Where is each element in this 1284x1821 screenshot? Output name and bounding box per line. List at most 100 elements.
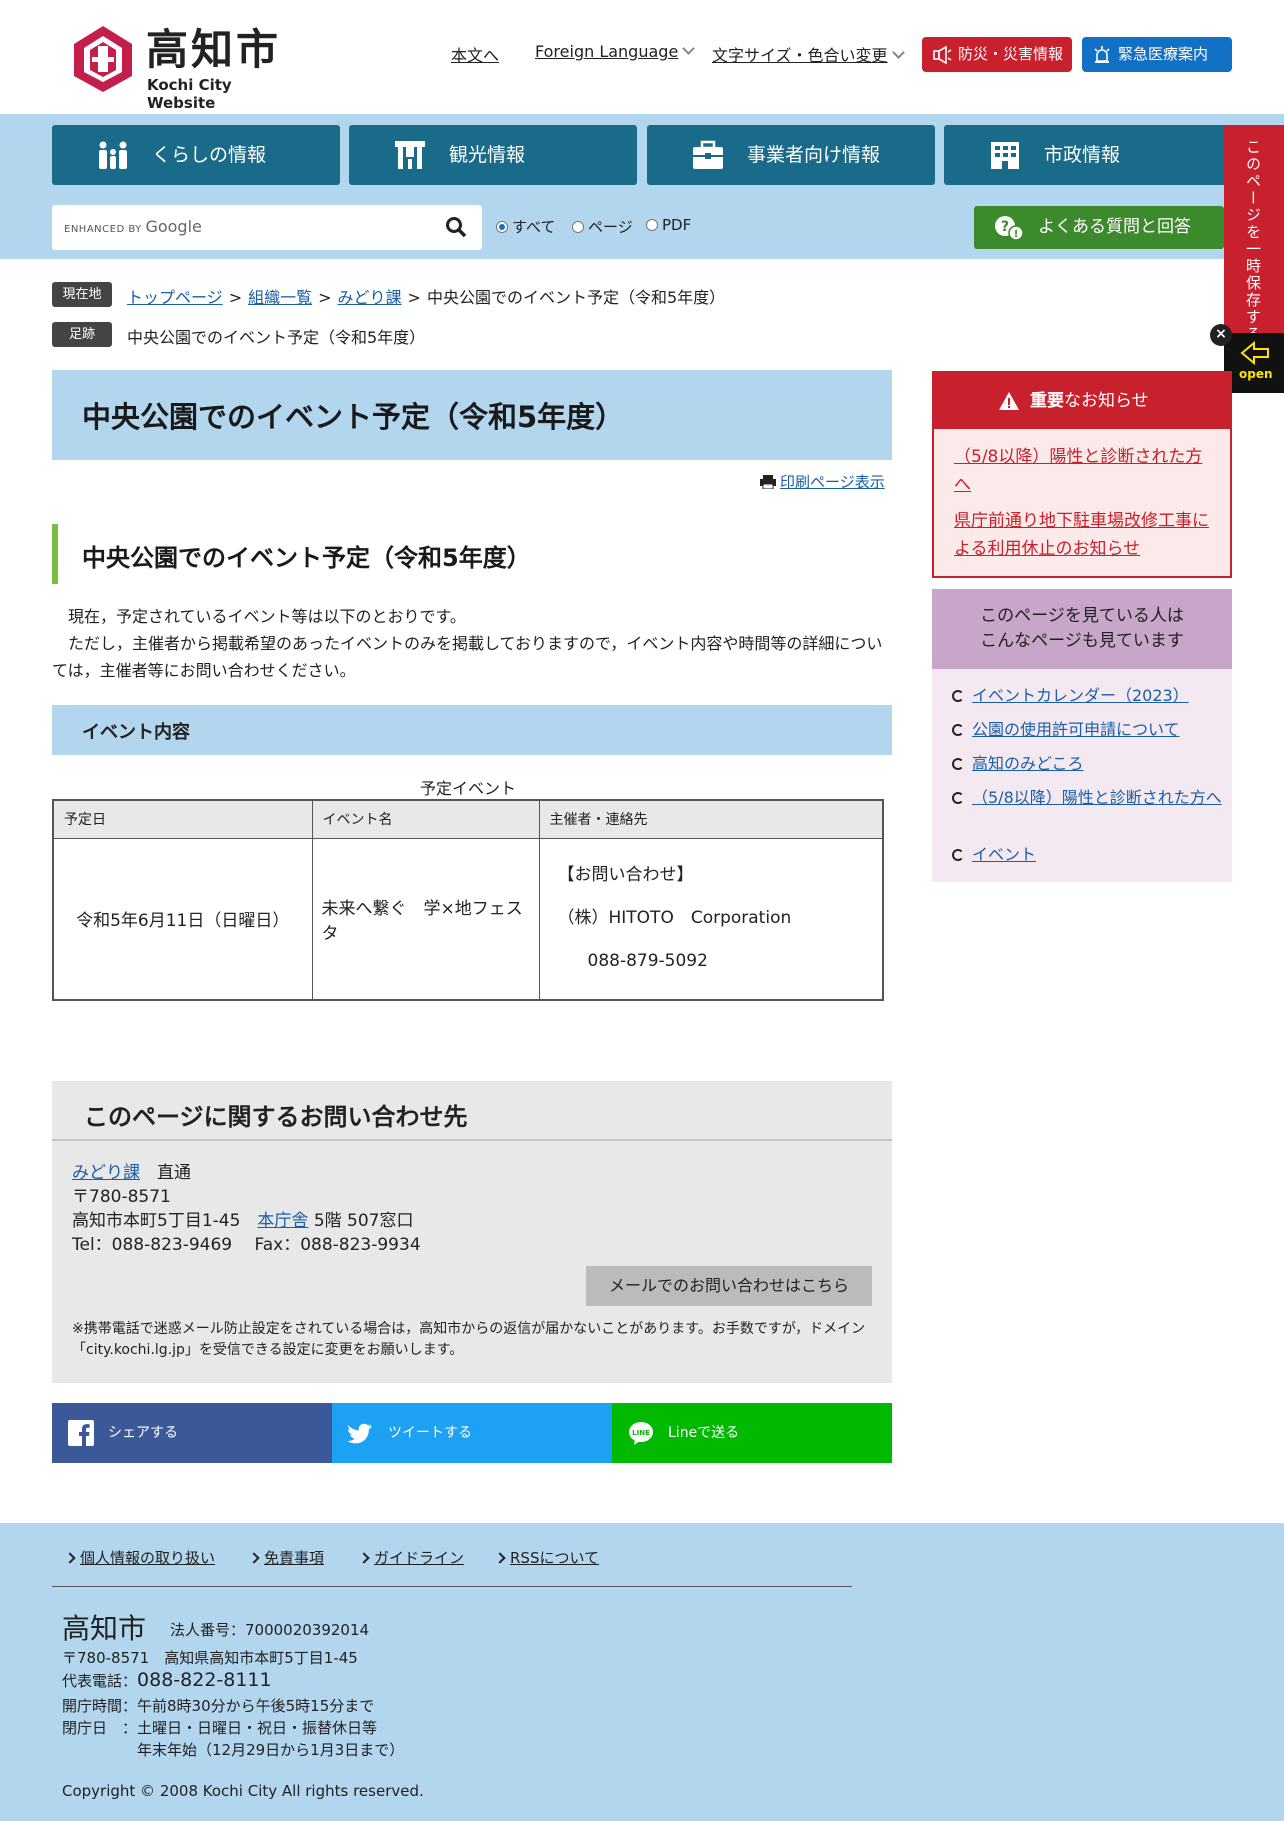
breadcrumb-top-page[interactable]: トップページ — [127, 288, 223, 307]
intro-paragraph-2: ただし，主催者から掲載希望のあったイベントのみを掲載しておりますので，イベント内… — [52, 634, 883, 680]
line-share-label: Lineで送る — [668, 1425, 740, 1441]
radio-pdf[interactable]: PDF — [646, 216, 691, 234]
notice-parking-link[interactable]: 県庁前通り地下駐車場改修工事による利用休止のお知らせ — [954, 511, 1209, 559]
contact-heading-text: このページに関するお問い合わせ先 — [84, 1103, 468, 1131]
breadcrumb-org-list[interactable]: 組織一覧 — [248, 288, 312, 307]
notice-covid-link[interactable]: （5/8以降）陽性と診断された方へ — [954, 447, 1202, 495]
facebook-share-button[interactable]: シェアする — [52, 1403, 332, 1463]
related-link-sightseeing[interactable]: 高知のみどころ — [972, 752, 1222, 776]
radio-selected-icon — [496, 221, 508, 233]
chevron-right-icon — [64, 1552, 76, 1564]
nav-tourism-info[interactable]: 観光情報 — [349, 125, 637, 185]
site-search-box[interactable]: ENHANCED BY Google — [52, 205, 482, 250]
side-panel-open-button[interactable]: open — [1224, 333, 1284, 393]
notice-title-rest: なお知らせ — [1064, 391, 1149, 411]
twitter-share-label: ツイートする — [388, 1425, 472, 1441]
nav-city-admin-info[interactable]: 市政情報 — [944, 125, 1232, 185]
footer-divider — [52, 1586, 852, 1587]
print-page-label: 印刷ページ表示 — [780, 473, 885, 491]
breadcrumb-midori-dept[interactable]: みどり課 — [338, 288, 402, 307]
related-pages-box: このページを見ている人は こんなページも見ています イベントカレンダー（2023… — [932, 589, 1232, 882]
footer-disclaimer-link[interactable]: 免責事項 — [248, 1547, 325, 1568]
google-branding: ENHANCED BY Google — [64, 217, 202, 236]
emergency-medical-button[interactable]: 緊急医療案内 — [1082, 37, 1232, 72]
nav-living-label: くらしの情報 — [152, 144, 267, 166]
refresh-bullet-icon — [952, 792, 964, 804]
skip-to-content-link[interactable]: 本文へ — [451, 42, 499, 66]
event-content-heading: イベント内容 — [52, 705, 892, 755]
nav-business-info[interactable]: 事業者向け情報 — [647, 125, 935, 185]
save-page-label: このページを一時保存する — [1244, 139, 1262, 343]
contact-dept-suffix: 直通 — [157, 1163, 191, 1183]
related-link-covid[interactable]: （5/8以降）陽性と診断された方へ — [972, 786, 1222, 810]
main-building-link[interactable]: 本庁舎 — [257, 1211, 308, 1231]
mail-inquiry-button[interactable]: メールでのお問い合わせはこちら — [586, 1266, 872, 1306]
refresh-bullet-icon — [952, 724, 964, 736]
faq-button[interactable]: ?! よくある質問と回答 — [974, 206, 1224, 249]
page-contact-section: このページに関するお問い合わせ先 みどり課 直通 〒780-8571 高知市本町… — [52, 1081, 892, 1383]
save-page-side-tab[interactable]: このページを一時保存する — [1224, 125, 1284, 343]
related-link-event[interactable]: イベント — [972, 843, 1222, 867]
text-size-color-label: 文字サイズ・色合い変更 — [712, 46, 888, 65]
copyright: Copyright © 2008 Kochi City All rights r… — [62, 1782, 424, 1800]
contact-dept-link[interactable]: みどり課 — [72, 1163, 140, 1183]
refresh-bullet-icon — [952, 758, 964, 770]
footer-guideline-link[interactable]: ガイドライン — [358, 1547, 465, 1568]
table-caption: 予定イベント — [419, 779, 516, 798]
emergency-medical-label: 緊急医療案内 — [1118, 45, 1209, 63]
notice-item: （5/8以降）陽性と診断された方へ — [954, 443, 1216, 499]
foreign-language-link[interactable]: Foreign Language — [535, 42, 696, 61]
contact-details: みどり課 直通 〒780-8571 高知市本町5丁目1-45 本庁舎 5階 50… — [72, 1161, 421, 1257]
footer-guideline-label: ガイドライン — [374, 1549, 465, 1567]
facebook-share-label: シェアする — [108, 1425, 178, 1441]
nav-living-info[interactable]: くらしの情報 — [52, 125, 340, 185]
trail-current: 中央公園でのイベント予定（令和5年度） — [127, 328, 426, 347]
twitter-share-button[interactable]: ツイートする — [332, 1403, 612, 1463]
page-title: 中央公園でのイベント予定（令和5年度） — [82, 400, 625, 434]
footer-closed-2: 年末年始（12月29日から1月3日まで） — [137, 1741, 405, 1759]
print-page-link[interactable]: 印刷ページ表示 — [760, 471, 885, 492]
family-icon — [99, 141, 127, 169]
close-icon[interactable]: × — [1210, 324, 1232, 346]
arrow-left-icon — [1240, 341, 1269, 365]
related-heading-line-2: こんなページも見ています — [980, 631, 1184, 651]
footer-address: 〒780-8571 高知県高知市本町5丁目1-45 — [62, 1649, 358, 1667]
footer-privacy-link[interactable]: 個人情報の取り扱い — [64, 1547, 215, 1568]
radio-all[interactable]: すべて — [496, 216, 555, 237]
related-link-event-calendar[interactable]: イベントカレンダー（2023） — [972, 684, 1222, 708]
footer-closed-1: 土曜日・日曜日・祝日・振替休日等 — [137, 1719, 378, 1737]
nav-business-label: 事業者向け情報 — [747, 144, 881, 166]
related-heading-line-1: このページを見ている人は — [980, 606, 1184, 626]
search-icon[interactable] — [445, 216, 467, 238]
footer-corp-number: 法人番号：7000020392014 — [170, 1621, 370, 1639]
facebook-icon — [68, 1420, 94, 1446]
foreign-language-label: Foreign Language — [535, 42, 679, 61]
footer-city-name: 高知市 — [62, 1612, 147, 1645]
contact-tel-fax: Tel：088-823-9469 Fax：088-823-9934 — [72, 1235, 421, 1255]
contact-heading: このページに関するお問い合わせ先 — [52, 1081, 892, 1141]
col-organizer-header: 主催者・連絡先 — [538, 799, 884, 839]
breadcrumb-separator: > — [228, 288, 243, 307]
disaster-info-button[interactable]: 防災・災害情報 — [922, 37, 1072, 72]
line-share-button[interactable]: LINE Lineで送る — [612, 1403, 892, 1463]
footer-rss-link[interactable]: RSSについて — [494, 1547, 599, 1568]
event-contact-cell: 【お問い合わせ】 （株）HITOTO Corporation 088-879-5… — [538, 837, 884, 1001]
radio-pdf-label: PDF — [662, 216, 692, 234]
alert-siren-icon — [933, 45, 952, 65]
event-name-cell: 未来へ繋ぐ 学×地フェスタ — [311, 837, 540, 1001]
site-logo[interactable]: 高知市 Kochi City Website — [72, 24, 292, 112]
radio-page[interactable]: ページ — [572, 216, 633, 237]
related-link-park-permit[interactable]: 公園の使用許可申請について — [972, 718, 1222, 742]
important-notice-box: 重要なお知らせ （5/8以降）陽性と診断された方へ 県庁前通り地下駐車場改修工事… — [932, 371, 1232, 578]
radio-page-label: ページ — [588, 218, 633, 236]
footer-closed-days: 閉庁日 ：土曜日・日曜日・祝日・振替休日等 — [62, 1717, 377, 1738]
faq-label: よくある質問と回答 — [1038, 217, 1191, 237]
page-title-box: 中央公園でのイベント予定（令和5年度） — [52, 370, 892, 460]
footer-disclaimer-label: 免責事項 — [264, 1549, 325, 1567]
text-size-color-link[interactable]: 文字サイズ・色合い変更 — [712, 42, 905, 66]
disaster-info-label: 防災・災害情報 — [958, 45, 1064, 63]
svg-text:!: ! — [1014, 229, 1019, 240]
contact-floor: 5階 507窓口 — [313, 1211, 414, 1231]
refresh-bullet-icon — [952, 690, 964, 702]
warning-triangle-icon — [999, 392, 1019, 410]
